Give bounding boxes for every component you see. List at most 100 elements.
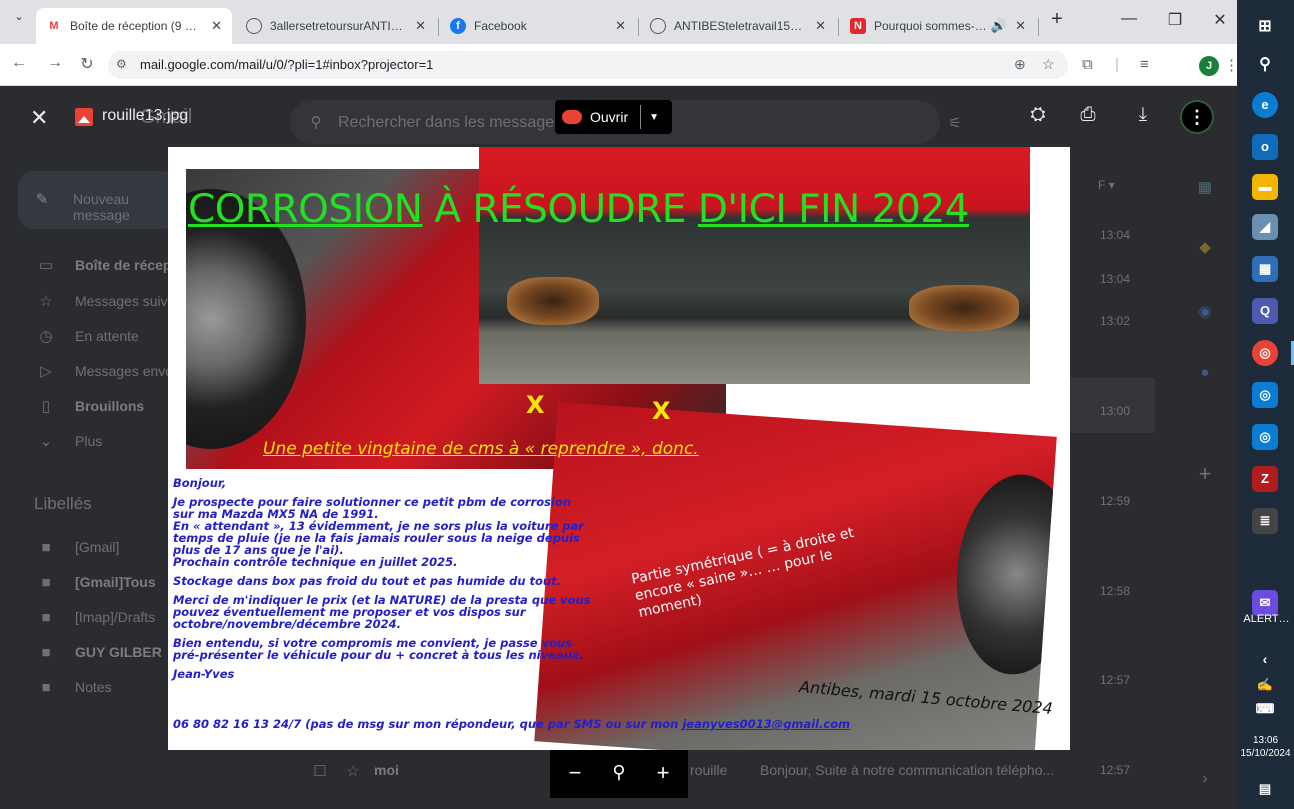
omnibox[interactable]: ⚙ mail.google.com/mail/u/0/?pli=1#inbox?…: [108, 51, 1068, 79]
app-icon[interactable]: ◎: [1252, 424, 1278, 450]
letter-greeting: Bonjour,: [173, 476, 227, 490]
back-button[interactable]: ←: [8, 54, 30, 72]
email-time: 12:57: [1100, 673, 1131, 687]
chevron-down-icon[interactable]: ▼: [649, 112, 659, 123]
windows-taskbar: ⊞ ⚲ e o ▬ ◢ ▦ Q ◎ ◎ ◎ Z ≣ ✉ ALERT… ‹ ✍ ⌨…: [1237, 0, 1294, 809]
chevron-left-icon[interactable]: ‹: [1252, 646, 1278, 672]
open-with-button[interactable]: Ouvrir ▼: [555, 100, 672, 134]
app-icon[interactable]: ◎: [1252, 382, 1278, 408]
extensions-icon[interactable]: ⧉: [1082, 56, 1093, 73]
more-options-icon[interactable]: ⋮: [1180, 100, 1214, 134]
chrome-icon[interactable]: ◎: [1252, 340, 1278, 366]
contacts-icon: ●: [1200, 364, 1210, 381]
forward-button[interactable]: →: [44, 54, 66, 72]
close-icon[interactable]: ✕: [1015, 18, 1026, 34]
reading-list-icon[interactable]: ≡: [1140, 56, 1149, 73]
calendar-icon: ▦: [1197, 179, 1213, 196]
letter-paragraph: Bien entendu, si votre compromis me conv…: [173, 636, 584, 662]
download-icon[interactable]: ⤓: [1130, 104, 1156, 126]
tab-antibes-teletravail[interactable]: ANTIBESteletravail15102024 ✕: [640, 8, 836, 44]
label-icon: ■: [41, 574, 51, 591]
edge-icon[interactable]: e: [1252, 92, 1278, 118]
chevron-down-icon: ⌄: [39, 433, 53, 450]
profile-avatar[interactable]: J: [1199, 56, 1219, 76]
zoom-reset-icon[interactable]: ⚲: [604, 762, 634, 783]
nav-drafts: Brouillons: [75, 398, 145, 414]
cloud-icon: [562, 110, 582, 124]
gmail-icon: M: [49, 20, 59, 32]
restore-button[interactable]: ❐: [1160, 10, 1190, 30]
tab-pourquoi[interactable]: N Pourquoi sommes-nous 🔊 ✕: [840, 8, 1036, 44]
compose-button: ✎ Nouveau message: [18, 171, 178, 229]
audio-icon[interactable]: 🔊: [991, 18, 1007, 34]
toolbar-divider: |: [1115, 56, 1119, 73]
keyboard-icon[interactable]: ⌨: [1252, 696, 1278, 722]
compose-label: Nouveau message: [73, 191, 130, 223]
system-clock[interactable]: 13:06 15/10/2024: [1237, 734, 1294, 760]
globe-icon: [246, 18, 262, 34]
nav-more: Plus: [75, 433, 103, 449]
tab-title: Pourquoi sommes-nous: [874, 19, 987, 33]
star-icon: ☆: [39, 293, 53, 310]
email-time: 12:59: [1100, 494, 1131, 508]
email-time: 13:04: [1100, 228, 1131, 242]
headline-part: CORROSION: [188, 187, 423, 232]
store-icon[interactable]: ▦: [1252, 256, 1278, 282]
windows-start-icon[interactable]: ⊞: [1252, 14, 1278, 40]
zoom-in-button[interactable]: +: [648, 760, 678, 786]
close-icon[interactable]: ✕: [615, 18, 626, 34]
tab-search-icon[interactable]: ⌄: [4, 10, 34, 23]
globe-icon: [650, 18, 666, 34]
contact-text: 06 80 82 16 13 24/7 (pas de msg sur mon …: [173, 717, 683, 731]
site-info-icon[interactable]: ⚙: [116, 57, 127, 71]
reload-button[interactable]: ↻: [76, 54, 98, 74]
letter-paragraph: Prochain contrôle technique en juillet 2…: [173, 555, 458, 569]
close-viewer-button[interactable]: ✕: [30, 105, 48, 131]
print-icon[interactable]: ⎙: [1075, 104, 1101, 126]
close-icon[interactable]: ✕: [815, 18, 826, 34]
headline-part: À RÉSOUDRE: [422, 187, 698, 232]
tab-title: ANTIBESteletravail15102024: [674, 19, 807, 33]
tab-facebook[interactable]: f Facebook ✕: [440, 8, 636, 44]
file-explorer-icon[interactable]: ▬: [1252, 174, 1278, 200]
button-divider: [640, 105, 642, 129]
tab-gmail[interactable]: M Boîte de réception (9 602) - j ✕: [36, 8, 232, 44]
letter-paragraph: Merci de m'indiquer le prix (et la NATUR…: [173, 593, 591, 631]
search-icon[interactable]: ⚲: [1252, 52, 1278, 78]
app-icon[interactable]: ≣: [1252, 508, 1278, 534]
close-icon[interactable]: ✕: [211, 18, 222, 34]
add-to-drive-icon[interactable]: ⛭: [1025, 104, 1051, 126]
zoom-icon[interactable]: ⊕: [1014, 56, 1026, 73]
close-icon[interactable]: ✕: [415, 18, 426, 34]
tab-antibes-trips[interactable]: 3allersetretoursurANTIBESen ✕: [236, 8, 436, 44]
bookmark-star-icon[interactable]: ☆: [1042, 56, 1055, 73]
filezilla-icon[interactable]: Z: [1252, 466, 1278, 492]
app-icon[interactable]: ◢: [1252, 214, 1278, 240]
letter-paragraph: En « attendant », 13 évidemment, je ne s…: [173, 519, 584, 557]
email-sender: moi: [374, 762, 399, 778]
pen-icon[interactable]: ✍: [1252, 672, 1278, 698]
notifications-icon[interactable]: ▤: [1252, 776, 1278, 802]
contact-email: jeanyves0013@gmail.com: [682, 717, 851, 731]
inbox-icon: ▭: [38, 257, 54, 274]
letter-text: Bonjour, Je prospecte pour faire solutio…: [173, 477, 593, 687]
app-icon[interactable]: Q: [1252, 298, 1278, 324]
close-window-button[interactable]: ✕: [1205, 10, 1235, 30]
letter-paragraph: Stockage dans box pas froid du tout et p…: [173, 574, 561, 588]
zoom-out-button[interactable]: −: [560, 760, 590, 786]
label-icon: ■: [41, 644, 51, 661]
url-text[interactable]: mail.google.com/mail/u/0/?pli=1#inbox?pr…: [140, 57, 433, 72]
filter-icon: ⚟: [948, 115, 962, 132]
draft-icon: ▯: [41, 398, 51, 415]
clock-icon: ◷: [39, 328, 53, 345]
zoom-controls: − ⚲ +: [550, 750, 688, 798]
tab-title: Boîte de réception (9 602) - j: [70, 19, 203, 33]
tab-divider: [638, 18, 639, 36]
new-tab-button[interactable]: +: [1042, 8, 1072, 31]
outlook-icon[interactable]: o: [1252, 134, 1278, 160]
label-item: [Gmail]: [75, 539, 120, 555]
x-mark: X: [526, 391, 545, 419]
minimize-button[interactable]: —: [1114, 10, 1144, 28]
rust-spot: [909, 285, 1019, 331]
open-label: Ouvrir: [590, 109, 629, 125]
